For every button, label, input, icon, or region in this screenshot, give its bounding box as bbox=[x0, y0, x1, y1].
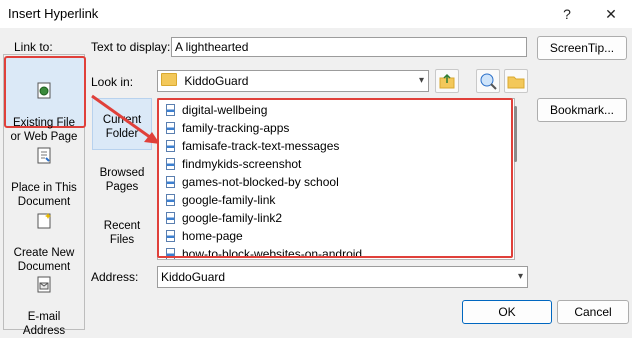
look-in-dropdown[interactable]: KiddoGuard ▾ bbox=[157, 70, 429, 92]
address-label: Address: bbox=[91, 270, 139, 284]
text-to-display-label: Text to display: bbox=[91, 40, 171, 54]
close-button[interactable]: ✕ bbox=[600, 4, 622, 24]
up-folder-button[interactable] bbox=[435, 69, 459, 93]
annotation-arrow bbox=[91, 94, 160, 144]
ok-button[interactable]: OK bbox=[462, 300, 552, 324]
new-document-icon bbox=[37, 213, 51, 229]
link-to-label: Link to: bbox=[14, 40, 53, 54]
address-combobox[interactable]: KiddoGuard ▾ bbox=[157, 266, 528, 288]
browse-browsed-pages[interactable]: Browsed Pages bbox=[92, 166, 152, 194]
chevron-down-icon: ▾ bbox=[517, 271, 523, 282]
web-file-icon bbox=[37, 82, 51, 99]
browse-file-button[interactable] bbox=[504, 69, 528, 93]
text-to-display-input[interactable]: A lighthearted bbox=[171, 37, 527, 57]
up-folder-icon bbox=[439, 73, 455, 89]
browse-web-button[interactable] bbox=[476, 69, 500, 93]
help-button[interactable]: ? bbox=[556, 4, 578, 24]
link-type-label: E-mail Address bbox=[22, 311, 66, 337]
address-value: KiddoGuard bbox=[161, 270, 226, 284]
file-list-highlight bbox=[157, 98, 513, 258]
list-scrollbar[interactable] bbox=[514, 106, 517, 162]
email-icon bbox=[37, 276, 51, 293]
bookmark-button[interactable]: Bookmark... bbox=[537, 98, 627, 122]
chevron-down-icon: ▾ bbox=[418, 75, 424, 86]
window-title: Insert Hyperlink bbox=[8, 6, 99, 21]
link-type-email[interactable]: E-mail Address bbox=[4, 262, 84, 338]
look-in-label: Look in: bbox=[91, 75, 134, 89]
look-in-value: KiddoGuard bbox=[184, 74, 249, 88]
cancel-button[interactable]: Cancel bbox=[557, 300, 629, 324]
globe-search-icon bbox=[480, 73, 497, 90]
open-folder-icon bbox=[507, 76, 525, 89]
browse-recent-files[interactable]: Recent Files bbox=[92, 219, 152, 247]
screentip-button[interactable]: ScreenTip... bbox=[537, 36, 627, 60]
document-place-icon bbox=[37, 147, 51, 164]
folder-icon bbox=[161, 73, 177, 86]
